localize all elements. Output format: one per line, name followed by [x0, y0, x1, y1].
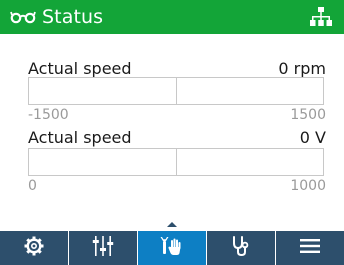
gear-icon — [24, 236, 44, 260]
meter-2-max: 1000 — [290, 178, 326, 194]
meter-1-center-line — [176, 78, 177, 104]
menu-icon — [300, 238, 320, 258]
status-screen: Status Actual speed 0 rpm -1500 1500 Act… — [0, 0, 344, 265]
tab-diagnostics[interactable] — [206, 231, 275, 265]
tab-menu[interactable] — [275, 231, 344, 265]
meter-2-scale: 0 1000 — [28, 177, 326, 195]
meter-1-min: -1500 — [28, 107, 69, 123]
header-bar: Status — [0, 0, 344, 34]
meter-1-value: 0 rpm — [278, 58, 326, 78]
active-tab-indicator — [167, 222, 177, 227]
stethoscope-icon — [231, 235, 251, 261]
meter-2-bar — [28, 148, 324, 176]
meter-1-label: Actual speed — [28, 58, 132, 78]
meter-2-min: 0 — [28, 178, 37, 194]
glasses-icon — [10, 10, 36, 24]
meter-2-center-line — [176, 149, 177, 175]
bottom-nav — [0, 231, 344, 265]
tab-settings[interactable] — [0, 231, 68, 265]
meter-1-max: 1500 — [290, 107, 326, 123]
meter-1-bar — [28, 77, 324, 105]
meter-2-value: 0 V — [299, 127, 326, 147]
meter-1-scale: -1500 1500 — [28, 106, 326, 124]
page-title: Status — [42, 6, 104, 28]
meter-2-header: Actual speed 0 V — [28, 126, 326, 148]
network-icon[interactable] — [310, 6, 332, 32]
tab-commissioning[interactable] — [137, 231, 206, 265]
meter-1-header: Actual speed 0 rpm — [28, 57, 326, 79]
wrench-hand-icon — [159, 236, 185, 260]
sliders-icon — [92, 235, 114, 261]
tab-parameters[interactable] — [68, 231, 137, 265]
meter-2-label: Actual speed — [28, 127, 132, 147]
